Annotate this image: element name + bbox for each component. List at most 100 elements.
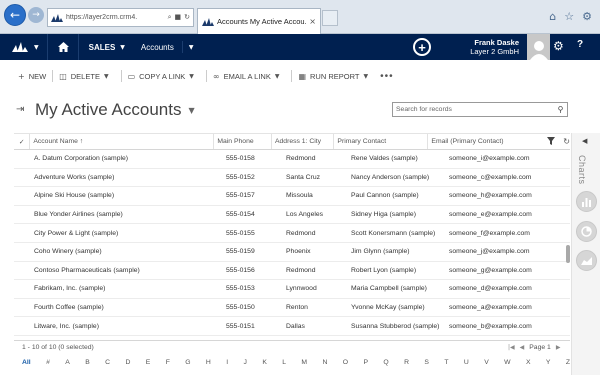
cell-primary-contact[interactable]: Paul Cannon (sample) (348, 192, 446, 199)
cell-account-name[interactable]: Contoso Pharmaceuticals (sample) (31, 267, 223, 274)
alpha-filter-y[interactable]: Y (546, 359, 551, 366)
chevron-down-icon[interactable]: ▼ (104, 73, 109, 80)
tab-close-icon[interactable]: × (309, 17, 320, 26)
help-icon[interactable]: ? (577, 39, 583, 50)
column-header-city[interactable]: Address 1: City (272, 134, 335, 149)
new-tab-button[interactable] (322, 10, 338, 26)
grid-scrollbar[interactable] (566, 245, 570, 263)
alpha-filter-o[interactable]: O (343, 359, 348, 366)
cell-account-name[interactable]: Blue Yonder Airlines (sample) (31, 211, 223, 218)
forward-arrow-icon[interactable]: → (28, 7, 44, 23)
lock-icon[interactable]: ■ (175, 13, 182, 22)
table-row[interactable]: Alpine Ski House (sample) 555-0157 Missoul… (14, 187, 570, 206)
alpha-filter-n[interactable]: N (322, 359, 327, 366)
filter-icon[interactable] (547, 136, 556, 147)
cell-account-name[interactable]: Litware, Inc. (sample) (31, 323, 223, 330)
chevron-down-icon[interactable]: ▼ (275, 73, 280, 80)
alpha-filter-all[interactable]: All (22, 359, 31, 366)
alpha-filter-u[interactable]: U (464, 359, 469, 366)
create-plus-icon[interactable]: + (413, 38, 431, 56)
search-input[interactable] (393, 106, 554, 113)
column-header-main-phone[interactable]: Main Phone (214, 134, 272, 149)
chevron-down-icon[interactable]: ▼ (189, 44, 194, 51)
cell-account-name[interactable]: City Power & Light (sample) (31, 230, 223, 237)
gear-icon[interactable]: ⚙ (553, 39, 564, 53)
cell-primary-contact[interactable]: Sidney Higa (sample) (348, 211, 446, 218)
refresh-icon[interactable]: ↻ (184, 13, 190, 22)
alpha-filter-m[interactable]: M (301, 359, 307, 366)
chevron-left-icon[interactable]: ◀ (582, 137, 587, 145)
cell-account-name[interactable]: Fabrikam, Inc. (sample) (31, 285, 223, 292)
nav-entity-accounts[interactable]: Accounts (141, 43, 174, 52)
alpha-filter-s[interactable]: S (424, 359, 429, 366)
column-header-account-name[interactable]: Account Name ↑ (30, 134, 215, 149)
cell-account-name[interactable]: Adventure Works (sample) (31, 174, 223, 181)
cell-account-name[interactable]: Fourth Coffee (sample) (31, 304, 223, 311)
search-icon[interactable]: ⚲ (554, 103, 567, 116)
alpha-filter-j[interactable]: J (244, 359, 247, 366)
alpha-filter-x[interactable]: X (526, 359, 531, 366)
cell-primary-contact[interactable]: Nancy Anderson (sample) (348, 174, 446, 181)
browser-tab[interactable]: Accounts My Active Accou... × (197, 8, 321, 34)
alpha-filter-v[interactable]: V (484, 359, 489, 366)
cell-primary-contact[interactable]: Maria Campbell (sample) (348, 285, 446, 292)
favorites-star-icon[interactable]: ☆ (564, 10, 574, 23)
first-page-icon[interactable]: |◀ (508, 344, 515, 351)
crm-logo-icon[interactable] (12, 42, 28, 52)
column-header-primary-contact[interactable]: Primary Contact (334, 134, 429, 149)
table-row[interactable]: Adventure Works (sample) 555-0152 Santa Cr… (14, 169, 570, 188)
cell-account-name[interactable]: Alpine Ski House (sample) (31, 192, 223, 199)
bar-chart-icon[interactable] (576, 191, 597, 212)
table-row[interactable]: Fabrikam, Inc. (sample) 555-0153 Lynnwood M… (14, 280, 570, 299)
alpha-filter-i[interactable]: I (226, 359, 228, 366)
nav-area-sales[interactable]: SALES ▼ (89, 43, 125, 52)
avatar[interactable] (527, 34, 550, 60)
view-selector[interactable]: My Active Accounts ▼ (35, 100, 195, 120)
home-icon[interactable]: ⌂ (549, 10, 556, 23)
alpha-filter-l[interactable]: L (282, 359, 286, 366)
settings-gear-icon[interactable]: ⚙ (582, 10, 592, 23)
alpha-filter-q[interactable]: Q (383, 359, 388, 366)
alpha-filter-t[interactable]: T (444, 359, 448, 366)
back-arrow-icon[interactable]: ← (4, 4, 26, 26)
alpha-filter-r[interactable]: R (404, 359, 409, 366)
chevron-down-icon[interactable]: ▼ (363, 73, 368, 80)
area-chart-icon[interactable] (576, 250, 597, 271)
pie-chart-icon[interactable] (576, 221, 597, 242)
address-bar[interactable]: https://layer2crm.crm4. ⌕ ■ ↻ (47, 8, 194, 27)
copy-link-button[interactable]: ▭ COPY A LINK (128, 72, 186, 81)
chevron-down-icon[interactable]: ▼ (189, 73, 194, 80)
next-page-icon[interactable]: ▶ (556, 344, 561, 351)
cell-primary-contact[interactable]: Robert Lyon (sample) (348, 267, 446, 274)
alpha-filter-f[interactable]: F (166, 359, 170, 366)
table-row[interactable]: City Power & Light (sample) 555-0155 Redmo… (14, 224, 570, 243)
address-url[interactable]: https://layer2crm.crm4. (66, 14, 165, 21)
alpha-filter-w[interactable]: W (504, 359, 510, 366)
search-icon[interactable]: ⌕ (168, 13, 172, 22)
column-header-email[interactable]: Email (Primary Contact) (428, 134, 547, 149)
home-icon[interactable] (58, 41, 70, 53)
table-row[interactable]: Blue Yonder Airlines (sample) 555-0154 Los… (14, 206, 570, 225)
alpha-filter-z[interactable]: Z (566, 359, 570, 366)
charts-label[interactable]: Charts (577, 155, 587, 185)
alpha-filter-h[interactable]: H (206, 359, 211, 366)
more-commands-button[interactable]: ••• (380, 71, 394, 82)
cell-primary-contact[interactable]: Rene Valdes (sample) (348, 155, 446, 162)
cell-account-name[interactable]: A. Datum Corporation (sample) (31, 155, 223, 162)
table-row[interactable]: Coho Winery (sample) 555-0159 Phoenix Jim G… (14, 243, 570, 262)
email-link-button[interactable]: ∞ EMAIL A LINK (213, 72, 271, 81)
alpha-filter-e[interactable]: E (146, 359, 151, 366)
alpha-filter-number[interactable]: # (46, 359, 50, 366)
table-row[interactable]: Fourth Coffee (sample) 555-0150 Renton Yvon… (14, 299, 570, 318)
alpha-filter-b[interactable]: B (85, 359, 90, 366)
alpha-filter-d[interactable]: D (125, 359, 130, 366)
alpha-filter-g[interactable]: G (185, 359, 190, 366)
select-all-checkbox[interactable]: ✓ (14, 134, 31, 149)
table-row[interactable]: Litware, Inc. (sample) 555-0151 Dallas Susa… (14, 317, 570, 336)
cell-primary-contact[interactable]: Scott Konersmann (sample) (348, 230, 446, 237)
delete-button[interactable]: ◫ DELETE (59, 72, 100, 81)
alpha-filter-c[interactable]: C (105, 359, 110, 366)
cell-account-name[interactable]: Coho Winery (sample) (31, 248, 223, 255)
cell-primary-contact[interactable]: Jim Glynn (sample) (348, 248, 446, 255)
user-info[interactable]: Frank Daske Layer 2 GmbH (470, 38, 519, 56)
